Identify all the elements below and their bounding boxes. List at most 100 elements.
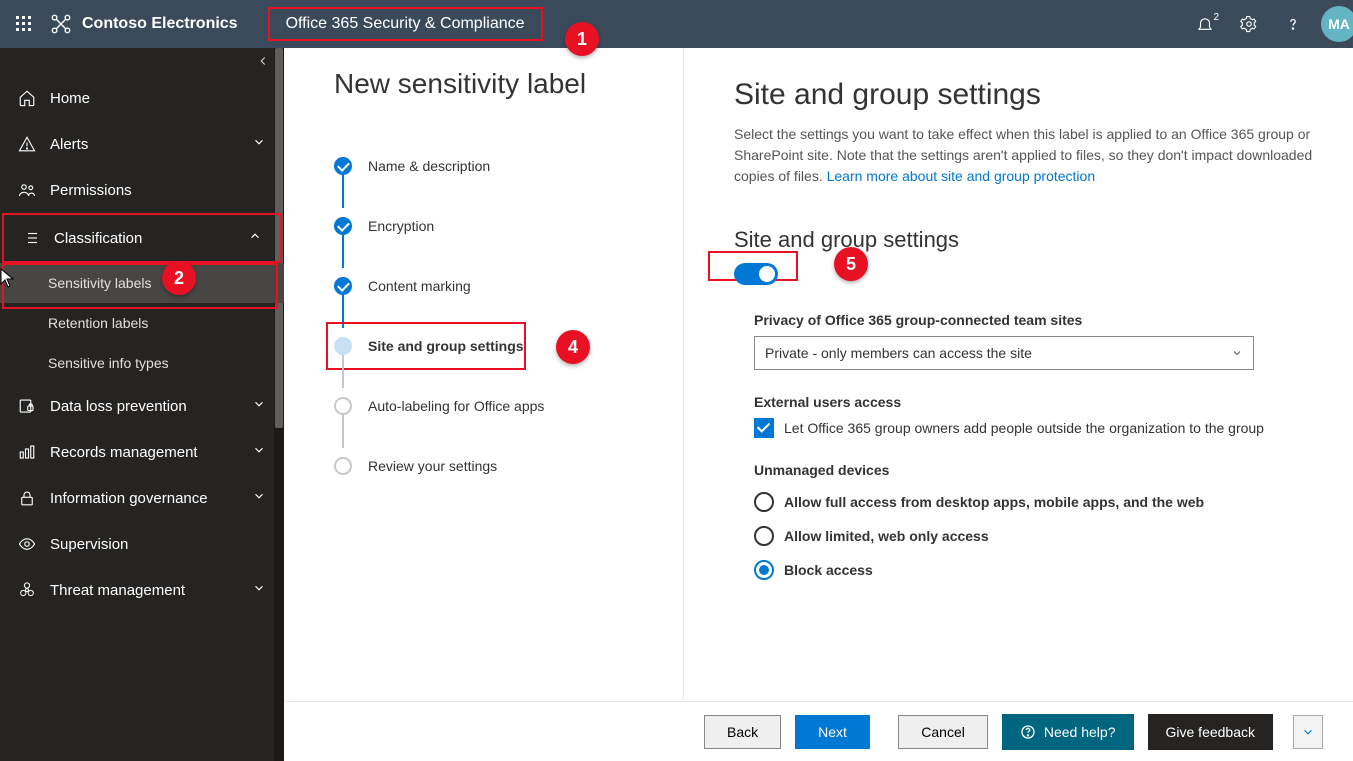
form-panel: Site and group settings Select the setti… <box>684 48 1353 761</box>
sidebar-item-label: Permissions <box>50 182 132 199</box>
sidebar-sub-sensitivity-labels[interactable]: Sensitivity labels <box>0 263 284 303</box>
unmanaged-devices-label: Unmanaged devices <box>754 462 1313 478</box>
step-label: Encryption <box>368 218 434 234</box>
help-icon[interactable] <box>1277 8 1309 40</box>
sidebar-item-label: Threat management <box>50 582 185 599</box>
step-auto-labeling[interactable]: Auto-labeling for Office apps <box>334 376 683 436</box>
sidebar-item-label: Alerts <box>50 136 88 153</box>
step-site-group-settings[interactable]: Site and group settings <box>334 316 683 376</box>
need-help-label: Need help? <box>1044 724 1116 740</box>
external-access-checkbox[interactable] <box>754 418 774 438</box>
notifications-icon[interactable]: 2 <box>1189 8 1221 40</box>
need-help-button[interactable]: Need help? <box>1002 714 1134 750</box>
lock-icon <box>18 489 36 507</box>
chevron-down-icon <box>252 397 266 415</box>
help-circle-icon <box>1020 724 1036 740</box>
sidebar-item-classification[interactable]: Classification <box>2 213 282 263</box>
header-bar: Contoso Electronics Office 365 Security … <box>0 0 1353 48</box>
sub-heading: Site and group settings <box>734 227 1313 253</box>
app-name[interactable]: Office 365 Security & Compliance <box>268 7 543 41</box>
step-content-marking[interactable]: Content marking <box>334 256 683 316</box>
step-label: Content marking <box>368 278 471 294</box>
records-icon <box>18 443 36 461</box>
sidebar-collapse-button[interactable] <box>0 48 284 75</box>
radio-full-access[interactable]: Allow full access from desktop apps, mob… <box>754 492 1313 512</box>
sidebar-item-records[interactable]: Records management <box>0 429 284 475</box>
sidebar-item-label: Supervision <box>50 536 128 553</box>
step-label: Site and group settings <box>368 338 524 354</box>
biohazard-icon <box>18 581 36 599</box>
step-label: Name & description <box>368 158 490 174</box>
radio-limited-access[interactable]: Allow limited, web only access <box>754 526 1313 546</box>
sidebar-item-home[interactable]: Home <box>0 75 284 121</box>
radio-label: Block access <box>784 562 873 578</box>
app-launcher-icon[interactable] <box>8 8 40 40</box>
wizard-footer: Back Next Cancel Need help? Give feedbac… <box>284 701 1353 761</box>
external-access-label: External users access <box>754 394 1313 410</box>
chevron-down-icon <box>252 489 266 507</box>
sidebar-item-label: Classification <box>54 230 142 247</box>
section-description: Select the settings you want to take eff… <box>734 124 1313 187</box>
radio-label: Allow limited, web only access <box>784 528 989 544</box>
avatar[interactable]: MA <box>1321 6 1353 42</box>
radio-input[interactable] <box>754 526 774 546</box>
dlp-icon <box>18 397 36 415</box>
sidebar-item-info-governance[interactable]: Information governance <box>0 475 284 521</box>
alert-icon <box>18 135 36 153</box>
sidebar-sub-sensitive-info-types[interactable]: Sensitive info types <box>0 343 284 383</box>
cancel-button[interactable]: Cancel <box>898 715 988 749</box>
chevron-up-icon <box>248 229 262 247</box>
header-right: 2 MA <box>1189 6 1345 42</box>
sidebar-sub-retention-labels[interactable]: Retention labels <box>0 303 284 343</box>
privacy-label: Privacy of Office 365 group-connected te… <box>754 312 1313 328</box>
callout-5: 5 <box>834 247 868 281</box>
sidebar-item-label: Data loss prevention <box>50 398 187 415</box>
chevron-down-icon <box>252 135 266 153</box>
sidebar-item-label: Records management <box>50 444 198 461</box>
eye-icon <box>18 535 36 553</box>
sidebar-item-label: Home <box>50 90 90 107</box>
callout-2: 2 <box>162 261 196 295</box>
sidebar-item-permissions[interactable]: Permissions <box>0 167 284 213</box>
sidebar-item-dlp[interactable]: Data loss prevention <box>0 383 284 429</box>
notification-count: 2 <box>1213 12 1219 23</box>
home-icon <box>18 89 36 107</box>
give-feedback-button[interactable]: Give feedback <box>1148 714 1274 750</box>
footer-expand-button[interactable] <box>1293 715 1323 749</box>
sidebar: Home Alerts Permissions 2 Classification… <box>0 48 284 761</box>
sidebar-item-label: Information governance <box>50 490 208 507</box>
radio-input[interactable] <box>754 492 774 512</box>
people-icon <box>18 181 36 199</box>
radio-block-access[interactable]: Block access <box>754 560 1313 580</box>
org-logo-area[interactable]: Contoso Electronics <box>50 13 238 35</box>
chevron-down-icon <box>252 443 266 461</box>
main-content: New sensitivity label Name & description… <box>284 48 1353 761</box>
next-button[interactable]: Next <box>795 715 870 749</box>
step-encryption[interactable]: Encryption <box>334 196 683 256</box>
org-logo-icon <box>50 13 72 35</box>
learn-more-link[interactable]: Learn more about site and group protecti… <box>827 168 1096 184</box>
callout-1: 1 <box>565 22 599 56</box>
page-title: New sensitivity label <box>334 68 683 100</box>
sidebar-item-alerts[interactable]: Alerts <box>0 121 284 167</box>
sidebar-item-threat[interactable]: Threat management <box>0 567 284 613</box>
section-heading: Site and group settings <box>734 78 1313 112</box>
settings-icon[interactable] <box>1233 8 1265 40</box>
external-access-text: Let Office 365 group owners add people o… <box>784 420 1264 436</box>
back-button[interactable]: Back <box>704 715 781 749</box>
chevron-down-icon <box>252 581 266 599</box>
radio-label: Allow full access from desktop apps, mob… <box>784 494 1204 510</box>
chevron-down-icon <box>1231 347 1243 359</box>
site-group-toggle[interactable] <box>734 263 778 285</box>
wizard-steps-panel: New sensitivity label Name & description… <box>284 48 684 761</box>
external-access-checkbox-row[interactable]: Let Office 365 group owners add people o… <box>754 418 1313 438</box>
step-review[interactable]: Review your settings <box>334 436 683 496</box>
step-name-description[interactable]: Name & description <box>334 136 683 196</box>
wizard-steps: Name & description Encryption Content ma… <box>334 136 683 496</box>
org-name: Contoso Electronics <box>82 15 238 33</box>
radio-input[interactable] <box>754 560 774 580</box>
callout-4: 4 <box>556 330 590 364</box>
chevron-down-icon <box>1301 725 1315 739</box>
privacy-select[interactable]: Private - only members can access the si… <box>754 336 1254 370</box>
sidebar-item-supervision[interactable]: Supervision <box>0 521 284 567</box>
